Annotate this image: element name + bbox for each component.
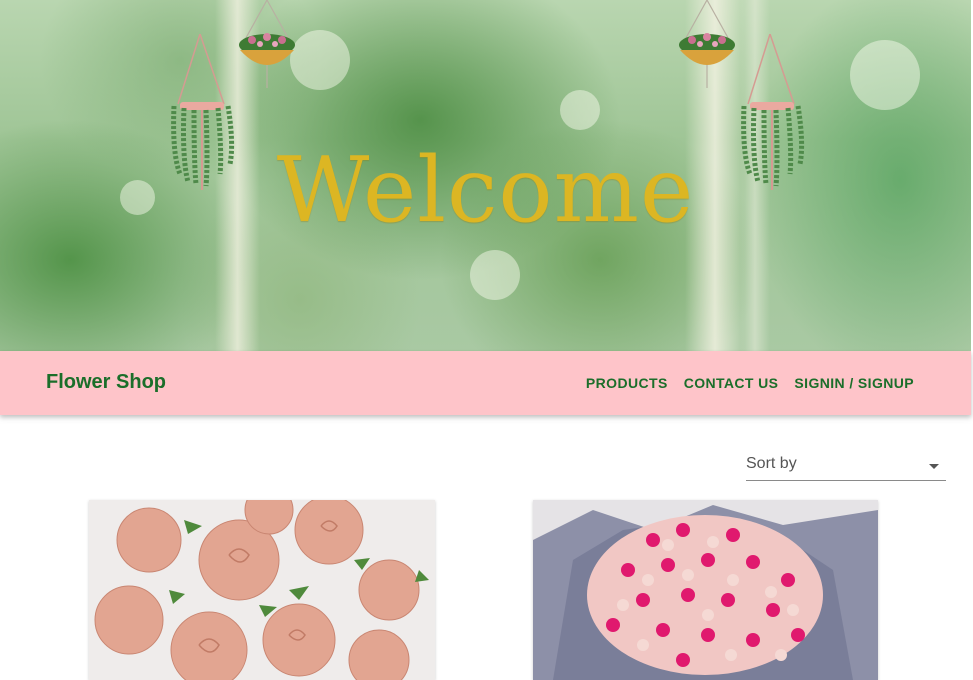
product-card[interactable] (533, 500, 878, 680)
nav-link-products[interactable]: PRODUCTS (586, 375, 668, 391)
hanging-plant-icon (239, 0, 295, 88)
sort-label: Sort by (746, 455, 797, 472)
nav-link-contact-us[interactable]: CONTACT US (684, 375, 779, 391)
hero-banner: Welcome (0, 0, 971, 351)
bokeh-light (560, 90, 600, 130)
product-card[interactable] (89, 500, 435, 680)
welcome-headline: Welcome (276, 138, 695, 243)
product-image (533, 500, 878, 680)
nav-links: PRODUCTS CONTACT US SIGNIN / SIGNUP (586, 375, 914, 391)
top-navbar: Flower Shop PRODUCTS CONTACT US SIGNIN /… (0, 351, 971, 415)
bokeh-light (470, 250, 520, 300)
nav-link-signin-signup[interactable]: SIGNIN / SIGNUP (794, 375, 914, 391)
product-image (89, 500, 435, 680)
sort-select[interactable]: Sort by (746, 452, 946, 481)
brand-title[interactable]: Flower Shop (46, 371, 166, 394)
hanging-plant-icon (679, 0, 735, 88)
chevron-down-icon (929, 464, 939, 469)
bokeh-light (850, 40, 920, 110)
